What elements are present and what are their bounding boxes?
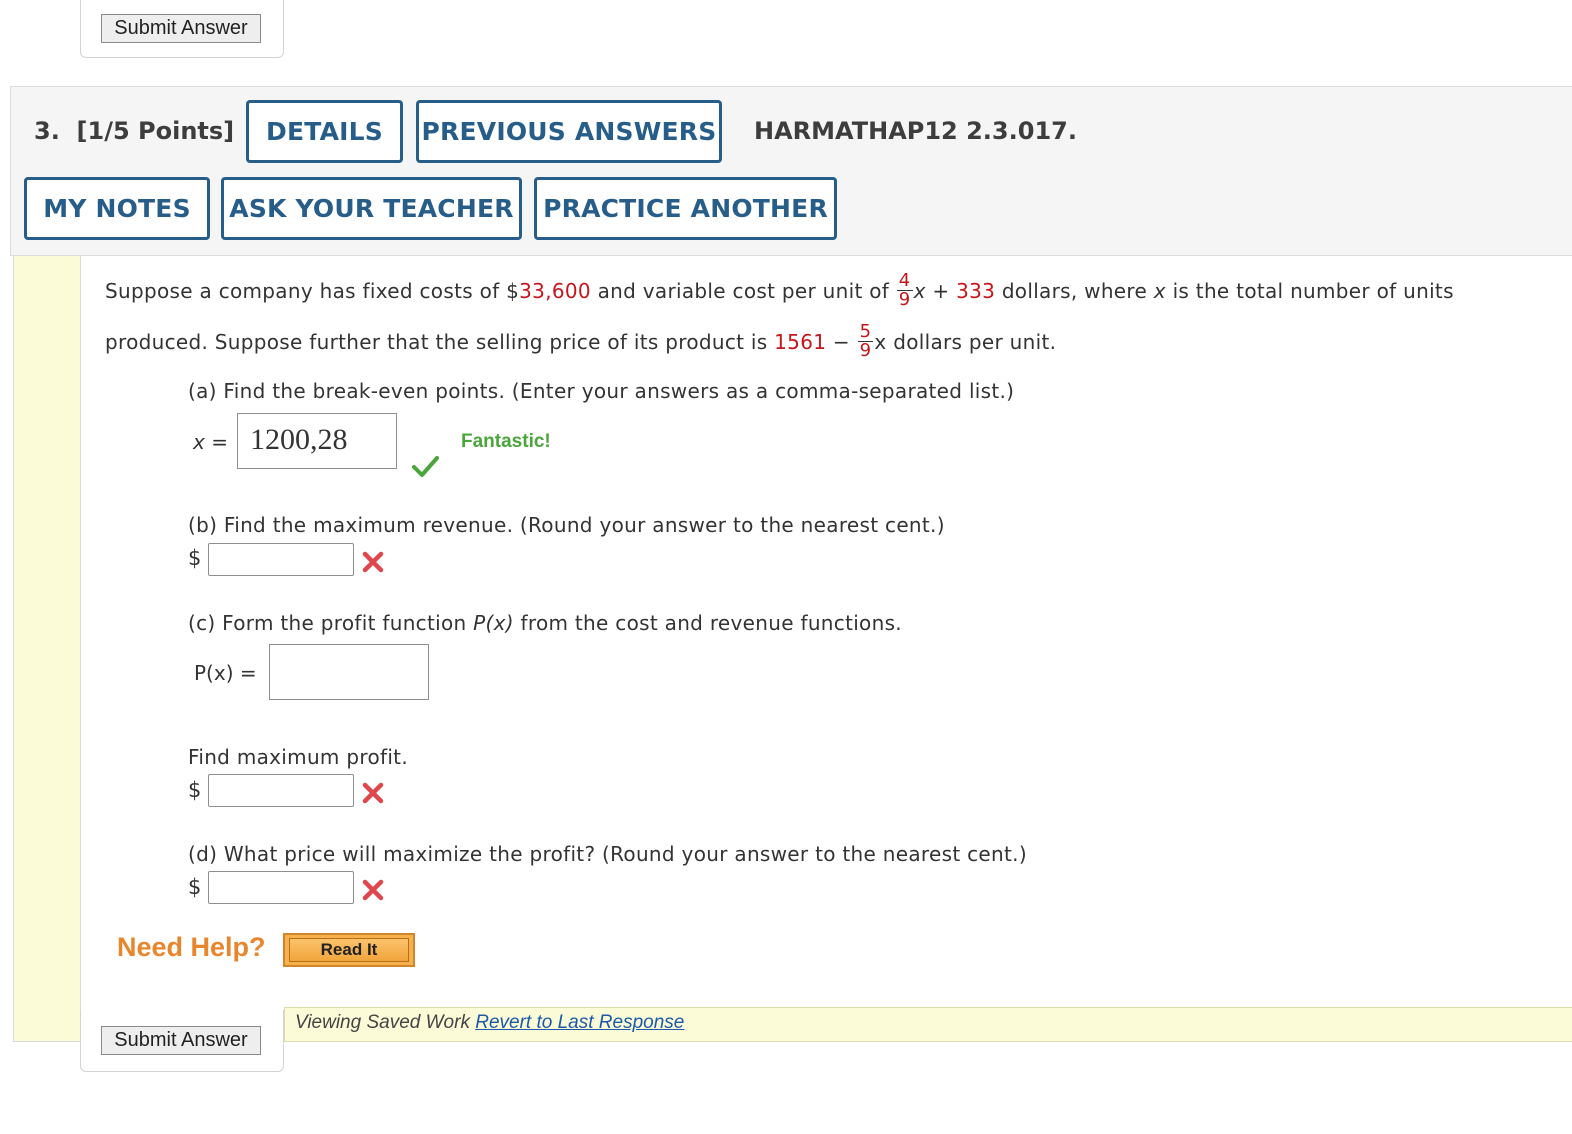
read-it-button[interactable]: Read It <box>283 933 415 967</box>
max-profit-dollar: $ <box>188 778 202 802</box>
part-d-dollar: $ <box>188 875 202 899</box>
fixed-cost-value: 33,600 <box>519 279 591 303</box>
problem-line-1: Suppose a company has fixed costs of $33… <box>105 272 1454 311</box>
variable-x: x <box>1153 279 1166 303</box>
part-d-prompt: (d) What price will maximize the profit?… <box>188 842 1027 866</box>
top-submit-answer-button[interactable]: Submit Answer <box>101 14 261 43</box>
problem-text: x + <box>913 279 957 303</box>
part-c-prompt: (c) Form the profit function P(x) from t… <box>188 611 902 635</box>
part-a-feedback: Fantastic! <box>461 431 551 452</box>
question-points: [1/5 Points] <box>76 117 235 145</box>
max-profit-answer-input[interactable] <box>208 774 354 807</box>
revert-to-last-response-link[interactable]: Revert to Last Response <box>475 1012 684 1033</box>
question-number: 3. <box>34 117 60 145</box>
part-a-var-label: x = <box>193 430 228 454</box>
question-number-points: 3. [1/5 Points] <box>34 114 234 148</box>
part-b-prompt: (b) Find the maximum revenue. (Round you… <box>188 513 945 537</box>
part-c-answer-input[interactable] <box>269 644 429 700</box>
fraction-5-9: 59 <box>857 323 874 361</box>
details-button[interactable]: DETAILS <box>246 100 403 163</box>
content-divider <box>80 256 81 1042</box>
question-side-bar <box>13 256 81 1042</box>
variable-cost-constant: 333 <box>956 279 996 303</box>
incorrect-x-icon <box>362 879 384 901</box>
fraction-denominator: 9 <box>898 289 911 310</box>
part-b-dollar: $ <box>188 546 202 570</box>
ask-your-teacher-button[interactable]: ASK YOUR TEACHER <box>221 177 522 240</box>
max-profit-prompt: Find maximum profit. <box>188 745 408 769</box>
problem-text: dollars, where <box>995 279 1154 303</box>
saved-work-message: Viewing Saved Work Revert to Last Respon… <box>295 1012 684 1034</box>
submit-answer-button[interactable]: Submit Answer <box>101 1026 261 1055</box>
problem-line-2: produced. Suppose further that the selli… <box>105 323 1057 362</box>
part-a-prompt: (a) Find the break-even points. (Enter y… <box>188 379 1015 403</box>
problem-text: x dollars per unit. <box>874 330 1057 354</box>
problem-text: Suppose a company has fixed costs of $ <box>105 279 520 303</box>
correct-check-icon <box>412 456 439 477</box>
problem-text: and variable cost per unit of <box>590 279 896 303</box>
part-d-answer-input[interactable] <box>208 871 354 904</box>
fraction-denominator: 9 <box>859 340 872 361</box>
incorrect-x-icon <box>362 782 384 804</box>
part-c-prompt-text: from the cost and revenue functions. <box>513 611 902 635</box>
my-notes-button[interactable]: MY NOTES <box>24 177 210 240</box>
fraction-4-9: 49 <box>896 272 913 310</box>
part-b-answer-input[interactable] <box>208 543 354 576</box>
need-help-label: Need Help? <box>117 932 266 962</box>
problem-text: − <box>826 330 857 354</box>
part-a-answer-input[interactable]: 1200,28 <box>237 413 397 469</box>
part-c-label: P(x) = <box>194 661 257 685</box>
problem-text: produced. Suppose further that the selli… <box>105 330 775 354</box>
part-c-prompt-text: (c) Form the profit function <box>188 611 474 635</box>
price-constant: 1561 <box>774 330 827 354</box>
question-code: HARMATHAP12 2.3.017. <box>754 117 1077 145</box>
read-it-label: Read It <box>289 938 409 962</box>
saved-work-text: Viewing Saved Work <box>295 1012 476 1033</box>
problem-text: is the total number of units <box>1165 279 1454 303</box>
previous-answers-button[interactable]: PREVIOUS ANSWERS <box>416 100 722 163</box>
incorrect-x-icon <box>362 551 384 573</box>
practice-another-button[interactable]: PRACTICE ANOTHER <box>534 177 837 240</box>
profit-function-name: P(x) <box>473 611 514 635</box>
